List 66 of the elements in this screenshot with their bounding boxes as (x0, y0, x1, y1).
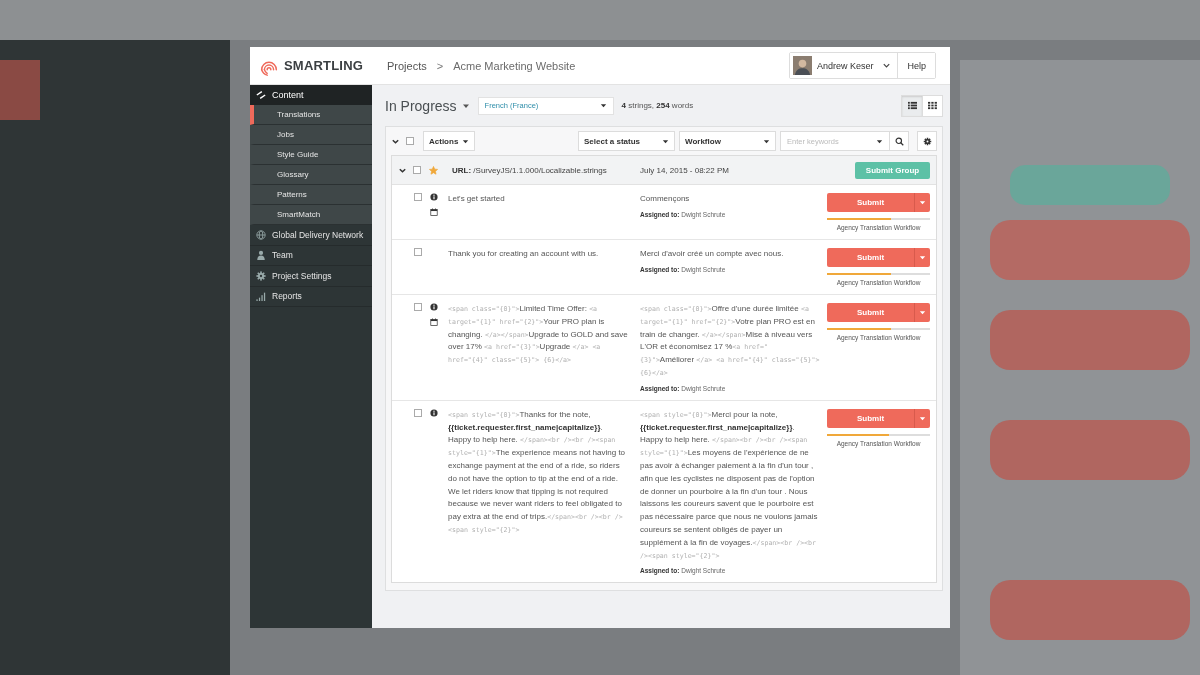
calendar-icon[interactable] (430, 318, 438, 326)
submit-menu-button[interactable] (914, 408, 930, 428)
list-icon (907, 101, 917, 110)
person-icon (256, 250, 266, 261)
sidebar-item[interactable]: Glossary (250, 165, 372, 185)
sidebar-item[interactable]: Translations (250, 105, 372, 125)
chevron-down-icon (882, 61, 892, 70)
search-icon[interactable] (894, 136, 904, 146)
calendar-icon[interactable] (430, 208, 438, 216)
submit-menu-button[interactable] (914, 193, 930, 212)
status-title: In Progress (385, 97, 457, 114)
sidebar-item[interactable]: Jobs (250, 125, 372, 145)
caret-icon (919, 199, 926, 206)
stripes-icon (256, 90, 266, 100)
source-text: Let's get started (448, 193, 506, 205)
caret-icon[interactable] (876, 138, 883, 145)
source-text: Thank you for creating an account with us. (448, 248, 600, 260)
summary-text: 4 strings, 254 words (621, 101, 694, 110)
gear-icon (256, 270, 266, 281)
caret-icon (662, 137, 669, 145)
gear-icon (922, 136, 932, 146)
row-checkbox[interactable] (414, 248, 422, 256)
settings-button[interactable] (917, 131, 937, 151)
info-icon[interactable] (430, 408, 438, 417)
sidebar-item[interactable]: Patterns (250, 185, 372, 205)
sidebar-item[interactable]: SmartMatch (250, 205, 372, 225)
file-url: URL: /SurveyJS/1.1.000/Localizable.strings (452, 165, 608, 175)
caret-icon (763, 137, 770, 145)
breadcrumb-item[interactable]: Projects (387, 59, 427, 72)
logo-text: SMARTLING (284, 58, 364, 73)
info-icon[interactable] (430, 303, 438, 311)
section-label: Content (272, 90, 304, 100)
submit-menu-button[interactable] (914, 303, 930, 322)
breadcrumb-item: > (436, 59, 444, 72)
status-dropdown[interactable]: Select a status (578, 131, 675, 151)
info-icon[interactable] (430, 193, 438, 201)
row-checkbox[interactable] (414, 193, 422, 201)
caret-icon (599, 102, 607, 109)
caret-icon (462, 137, 470, 145)
row-checkbox[interactable] (414, 303, 422, 311)
caret-icon (919, 414, 926, 422)
group-checkbox[interactable] (413, 166, 421, 174)
group-date: July 14, 2015 - 08:22 PM (640, 165, 729, 175)
signal-bars-icon (256, 291, 266, 302)
translation-text: Commençons (640, 193, 691, 205)
workflow-dropdown[interactable]: Workflow (679, 131, 776, 151)
caret-icon (919, 254, 926, 261)
globe-icon (256, 229, 266, 240)
translation-text: Merci d'avoir créé un compte avec nous. (640, 248, 785, 260)
avatar-icon (792, 56, 812, 75)
sidebar-item[interactable]: Team (272, 250, 293, 261)
sidebar-item[interactable]: Project Settings (272, 270, 332, 281)
sidebar-item[interactable]: Global Delivery Network (272, 229, 364, 240)
submit-menu-button[interactable] (914, 248, 930, 267)
sidebar-item[interactable]: Reports (272, 291, 302, 302)
user-menu[interactable]: Andrew Keser (789, 53, 899, 78)
breadcrumb-item[interactable]: Acme Marketing Website (453, 59, 576, 72)
grid-icon (928, 101, 937, 110)
caret-icon (919, 309, 926, 316)
list-view-button[interactable] (902, 95, 922, 116)
actions-dropdown[interactable]: Actions (423, 131, 476, 151)
star-icon[interactable] (429, 165, 438, 175)
sidebar-item[interactable]: Style Guide (250, 145, 372, 165)
select-all-checkbox[interactable] (406, 137, 414, 145)
sidebar-section[interactable]: Content (250, 85, 372, 105)
row-checkbox[interactable] (414, 408, 422, 417)
